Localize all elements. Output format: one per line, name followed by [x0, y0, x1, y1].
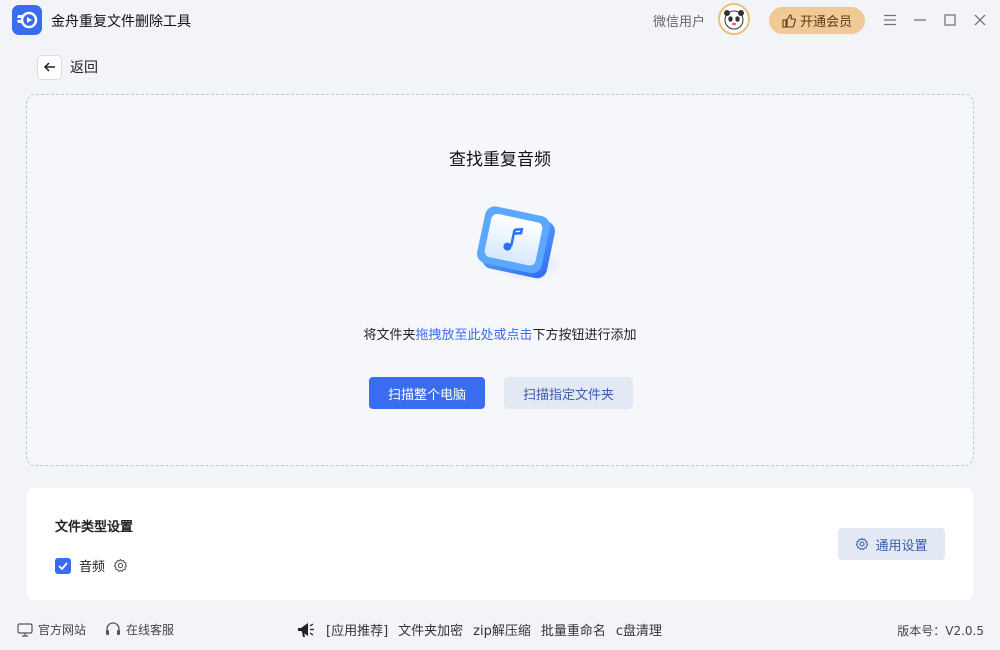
audio-label: 音频: [79, 560, 106, 575]
thumbs-up-icon: [782, 13, 796, 28]
back-button[interactable]: 返回: [37, 54, 98, 80]
close-icon[interactable]: [970, 10, 990, 30]
hint-suffix: 下方按钮进行添加: [532, 328, 637, 343]
drop-zone-hint: 将文件夹拖拽放至此处或点击下方按钮进行添加: [27, 324, 973, 343]
general-settings-label: 通用设置: [875, 538, 928, 554]
gear-icon: [856, 537, 869, 550]
version-label: 版本号：V2.0.5: [897, 624, 984, 638]
app-recommendations: [应用推荐] 文件夹加密 zip解压缩 批量重命名 c盘清理: [296, 620, 662, 639]
file-type-row: 音频: [55, 556, 128, 575]
recommend-link-folder-encrypt[interactable]: 文件夹加密: [398, 620, 463, 639]
avatar[interactable]: [718, 3, 750, 35]
app-logo: [12, 5, 42, 35]
vip-button[interactable]: 开通会员: [769, 7, 865, 34]
title-bar: 金舟重复文件删除工具 微信用户 开通会员: [0, 0, 1000, 40]
user-name[interactable]: 微信用户: [653, 11, 705, 30]
general-settings-button[interactable]: 通用设置: [838, 528, 945, 560]
panda-avatar-icon: [724, 10, 744, 30]
audio-file-icon: [459, 205, 569, 299]
hint-link[interactable]: 拖拽放至此处或点击: [415, 328, 532, 343]
headset-icon: [106, 622, 120, 635]
vip-label: 开通会员: [799, 15, 852, 30]
recommend-link-batch-rename[interactable]: 批量重命名: [541, 620, 606, 639]
monitor-icon: [17, 622, 33, 637]
settings-title: 文件类型设置: [55, 520, 134, 535]
megaphone-icon: [298, 622, 314, 637]
scan-folder-button[interactable]: 扫描指定文件夹: [504, 377, 633, 409]
audio-settings-gear-icon[interactable]: [113, 558, 128, 573]
back-label: 返回: [70, 60, 98, 76]
back-arrow-icon: [37, 54, 62, 80]
online-service-label: 在线客服: [126, 623, 175, 637]
app-title: 金舟重复文件删除工具: [51, 14, 191, 30]
hint-prefix: 将文件夹: [363, 328, 416, 343]
minimize-icon[interactable]: [910, 10, 930, 30]
official-site-link[interactable]: 官方网站: [17, 621, 86, 638]
drop-zone-title: 查找重复音频: [449, 150, 551, 170]
official-site-label: 官方网站: [38, 623, 87, 637]
audio-checkbox[interactable]: [55, 557, 71, 574]
recommend-link-c-drive-clean[interactable]: c盘清理: [616, 620, 662, 639]
file-type-settings-panel: 文件类型设置 音频 通用设置: [26, 488, 974, 600]
drop-zone[interactable]: 查找重复音频 将文件夹拖拽放至此处或点击下方按钮进行添加 扫描整个电脑 扫描指定…: [26, 94, 974, 466]
online-service-link[interactable]: 在线客服: [105, 621, 174, 638]
recommend-label: [应用推荐]: [326, 624, 389, 639]
menu-icon[interactable]: [880, 10, 900, 30]
maximize-icon[interactable]: [940, 10, 960, 30]
recommend-link-zip[interactable]: zip解压缩: [473, 620, 531, 639]
scan-all-button[interactable]: 扫描整个电脑: [369, 377, 485, 409]
check-icon: [58, 561, 68, 570]
